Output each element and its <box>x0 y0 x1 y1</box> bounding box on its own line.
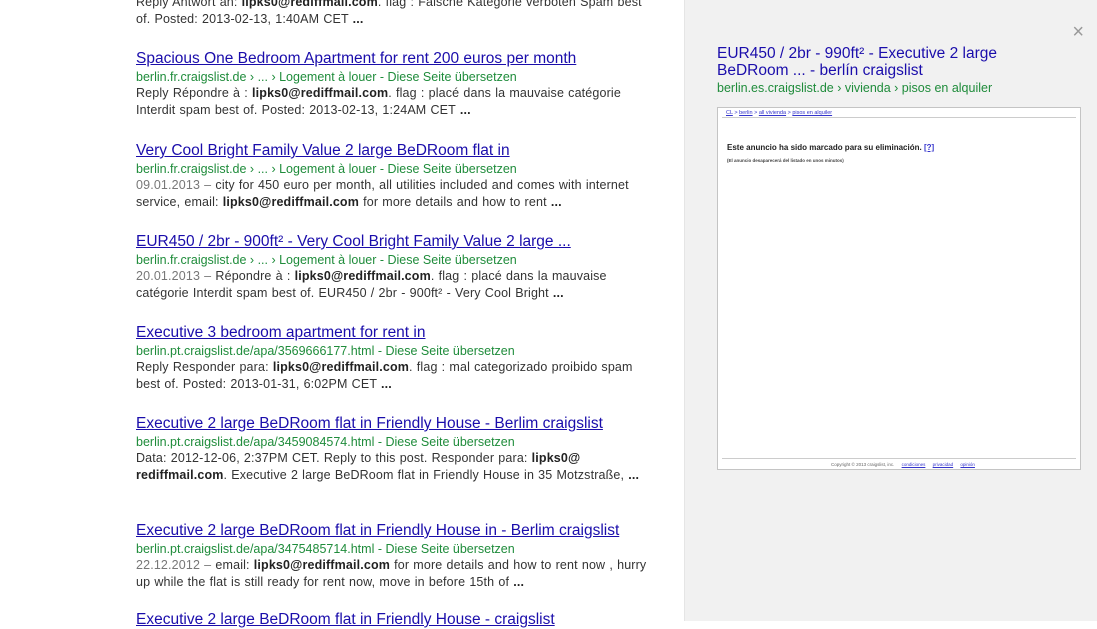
result-title-link[interactable]: Executive 2 large BeDRoom flat in Friend… <box>136 415 656 433</box>
help-link: [?] <box>923 143 935 152</box>
translate-page-link[interactable]: Diese Seite übersetzen <box>388 253 517 267</box>
close-icon[interactable]: × <box>1072 22 1084 42</box>
search-result: Executive 2 large BeDRoom flat in Friend… <box>136 522 656 590</box>
search-result: Spacious One Bedroom Apartment for rent … <box>136 50 656 118</box>
footer-link: privacidad <box>932 462 954 467</box>
result-title-link[interactable]: EUR450 / 2br - 900ft² - Very Cool Bright… <box>136 233 656 251</box>
search-result: Executive 2 large BeDRoom flat in Friend… <box>136 611 656 629</box>
snippet-text: Répondre à : <box>215 269 295 283</box>
snippet-date: 09.01.2013 – <box>136 178 216 192</box>
preview-page-breadcrumb: CL > berlin > all vivienda > pisos en al… <box>726 110 833 116</box>
result-snippet: Reply Répondre à : lipks0@rediffmail.com… <box>136 85 656 118</box>
result-snippet: 20.01.2013 – Répondre à : lipks0@rediffm… <box>136 268 656 301</box>
divider <box>722 458 1076 459</box>
snippet-bold: ... <box>352 11 364 26</box>
snippet-bold: lipks0@rediffmail.com <box>241 0 378 9</box>
result-url: berlin.fr.craigslist.de › ... › Logement… <box>136 70 517 84</box>
search-result: EUR450 / 2br - 900ft² - Very Cool Bright… <box>136 233 656 301</box>
translate-page-link[interactable]: Diese Seite übersetzen <box>388 162 517 176</box>
preview-heading-text: Este anuncio ha sido marcado para su eli… <box>727 143 922 152</box>
preview-thumbnail[interactable]: CL > berlin > all vivienda > pisos en al… <box>717 107 1081 470</box>
snippet-bold: ... <box>550 194 562 209</box>
result-url: berlin.fr.craigslist.de › ... › Logement… <box>136 253 517 267</box>
result-url-text: berlin.fr.craigslist.de › ... › Logement… <box>136 253 377 267</box>
result-title-link[interactable]: Executive 2 large BeDRoom flat in Friend… <box>136 611 656 629</box>
instant-preview-pane: × EUR450 / 2br - 990ft² - Executive 2 la… <box>684 0 1097 621</box>
snippet-bold: lipks0@rediffmail.com <box>294 269 431 283</box>
snippet-text: . Executive 2 large BeDRoom flat in Frie… <box>223 467 629 482</box>
snippet-bold: lipks0@rediffmail.com <box>252 86 389 100</box>
preview-page-heading: Este anuncio ha sido marcado para su eli… <box>727 143 934 152</box>
result-snippet: 09.01.2013 – city for 450 euro per month… <box>136 177 656 210</box>
translate-page-link[interactable]: Diese Seite übersetzen <box>385 344 514 358</box>
snippet-bold: lipks0@rediffmail.com <box>272 360 410 374</box>
result-url-text: berlin.pt.craigslist.de/apa/3475485714.h… <box>136 542 375 556</box>
result-url: berlin.fr.craigslist.de › ... › Logement… <box>136 162 517 176</box>
translate-page-link[interactable]: Diese Seite übersetzen <box>385 542 514 556</box>
footer-copyright: Copyright © 2013 craigslist, inc. <box>831 462 895 467</box>
preview-url: berlin.es.craigslist.de › vivienda › pis… <box>717 81 993 95</box>
snippet-text: Reply Répondre à : <box>136 86 253 100</box>
result-title-link[interactable]: Executive 3 bedroom apartment for rent i… <box>136 324 656 342</box>
result-url-text: berlin.fr.craigslist.de › ... › Logement… <box>136 162 377 176</box>
preview-title-link[interactable]: EUR450 / 2br - 990ft² - Executive 2 larg… <box>717 45 1037 79</box>
snippet-bold: ... <box>381 376 392 391</box>
result-title-link[interactable]: Executive 2 large BeDRoom flat in Friend… <box>136 522 656 540</box>
result-url: berlin.pt.craigslist.de/apa/3475485714.h… <box>136 542 515 556</box>
crumb-link: CL <box>726 110 733 116</box>
result-url: berlin.pt.craigslist.de/apa/3459084574.h… <box>136 435 515 449</box>
result-title-link[interactable]: Very Cool Bright Family Value 2 large Be… <box>136 142 656 160</box>
result-url-text: berlin.fr.craigslist.de › ... › Logement… <box>136 70 377 84</box>
search-result: Very Cool Bright Family Value 2 large Be… <box>136 142 656 210</box>
result-snippet: 22.12.2012 – email: lipks0@rediffmail.co… <box>136 557 656 590</box>
snippet-date: 22.12.2012 – <box>136 558 216 572</box>
snippet-bold: ... <box>459 102 471 117</box>
search-result: Executive 3 bedroom apartment for rent i… <box>136 324 656 392</box>
translate-page-link[interactable]: Diese Seite übersetzen <box>388 70 517 84</box>
snippet-text: email: <box>215 558 254 572</box>
divider <box>722 117 1076 118</box>
snippet-date: 20.01.2013 – <box>136 269 216 283</box>
preview-page-subtext: (El anuncio desaparecerá del listado en … <box>727 158 844 163</box>
crumb-link: all vivienda <box>758 110 787 116</box>
result-snippet: Reply Antwort an: lipks0@rediffmail.com.… <box>136 0 656 27</box>
result-url: berlin.pt.craigslist.de/apa/3569666177.h… <box>136 344 515 358</box>
snippet-text: Reply Responder para: <box>136 360 273 374</box>
search-result: Executive 2 large BeDRoom flat in Friend… <box>136 415 656 483</box>
snippet-bold: ... <box>513 574 525 589</box>
result-snippet: Data: 2012-12-06, 2:37PM CET. Reply to t… <box>136 450 656 483</box>
preview-page-footer: Copyright © 2013 craigslist, inc. condic… <box>831 462 975 467</box>
footer-link: opinión <box>960 462 975 467</box>
footer-link: condiciones <box>901 462 926 467</box>
snippet-text: Reply Antwort an: <box>136 0 242 9</box>
snippet-text: for more details and how to rent <box>358 194 551 209</box>
snippet-text: Data: 2012-12-06, 2:37PM CET. Reply to t… <box>136 451 532 465</box>
crumb-link: berlin <box>739 110 753 116</box>
result-url-text: berlin.pt.craigslist.de/apa/3459084574.h… <box>136 435 375 449</box>
result-url-text: berlin.pt.craigslist.de/apa/3569666177.h… <box>136 344 375 358</box>
search-result: Reply Antwort an: lipks0@rediffmail.com.… <box>136 0 656 27</box>
snippet-bold: lipks0@rediffmail.com <box>222 194 359 209</box>
translate-page-link[interactable]: Diese Seite übersetzen <box>385 435 514 449</box>
crumb-link: pisos en alquiler <box>792 110 833 116</box>
result-title-link[interactable]: Spacious One Bedroom Apartment for rent … <box>136 50 656 68</box>
snippet-bold: lipks0@rediffmail.com <box>253 558 391 572</box>
snippet-bold: ... <box>552 285 564 300</box>
result-snippet: Reply Responder para: lipks0@rediffmail.… <box>136 359 656 392</box>
snippet-bold: ... <box>628 467 640 482</box>
